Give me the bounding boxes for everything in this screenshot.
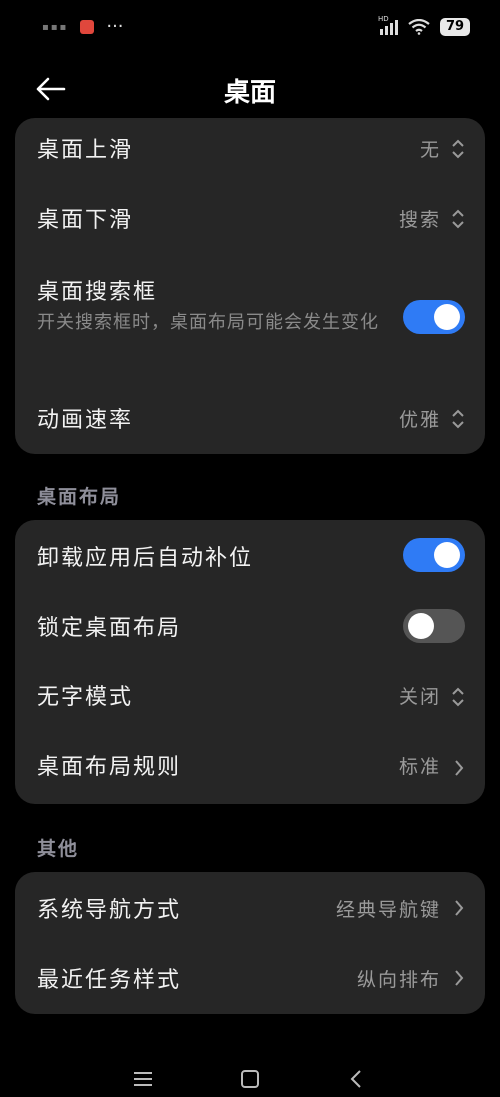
- wifi-icon: [408, 19, 430, 35]
- system-nav-bar: [0, 1060, 500, 1097]
- row-recent-tasks-style[interactable]: 最近任务样式 纵向排布: [15, 944, 485, 1014]
- layout-card: 卸载应用后自动补位 锁定桌面布局 无字模式 关闭 桌面布局规则 标准: [15, 520, 485, 804]
- section-title-layout: 桌面布局: [37, 486, 122, 508]
- header: 桌面: [0, 60, 500, 120]
- row-label: 桌面搜索框: [37, 280, 158, 305]
- chevron-right-icon: [455, 900, 464, 916]
- row-no-text-mode[interactable]: 无字模式 关闭: [15, 664, 485, 730]
- page-title: 桌面: [223, 78, 276, 108]
- row-swipe-up[interactable]: 桌面上滑 无: [15, 118, 485, 180]
- home-icon[interactable]: [238, 1068, 262, 1090]
- shopping-app-icon: [80, 20, 95, 34]
- updown-chevron-icon: [452, 687, 464, 707]
- row-layout-rules[interactable]: 桌面布局规则 标准: [15, 734, 485, 800]
- row-value: 标准: [398, 756, 441, 778]
- back-nav-icon[interactable]: [345, 1068, 369, 1090]
- row-value: 搜索: [398, 209, 441, 231]
- network-type-label: HD: [378, 15, 389, 23]
- more-notifications-icon: ···: [106, 16, 124, 37]
- search-box-toggle[interactable]: [403, 300, 465, 334]
- row-label: 桌面下滑: [37, 208, 134, 233]
- row-animation-speed[interactable]: 动画速率 优雅: [15, 388, 485, 450]
- row-label: 无字模式: [37, 685, 134, 710]
- row-label: 动画速率: [37, 408, 134, 433]
- row-description: 开关搜索框时，桌面布局可能会发生变化: [37, 312, 379, 333]
- toggle-knob: [408, 613, 434, 639]
- status-bar: ▪▪▪ ··· HD 79: [0, 0, 500, 60]
- cellular-signal-icon: HD: [378, 15, 398, 35]
- chevron-right-icon: [455, 760, 464, 776]
- other-card: 系统导航方式 经典导航键 最近任务样式 纵向排布: [15, 872, 485, 1014]
- row-label: 锁定桌面布局: [37, 616, 182, 641]
- updown-chevron-icon: [452, 139, 464, 159]
- row-auto-fill: 卸载应用后自动补位: [15, 520, 485, 590]
- updown-chevron-icon: [452, 409, 464, 429]
- row-label: 系统导航方式: [37, 898, 182, 923]
- row-value: 经典导航键: [335, 899, 441, 921]
- toggle-knob: [434, 542, 460, 568]
- row-label: 桌面布局规则: [37, 755, 182, 780]
- row-value: 关闭: [398, 686, 441, 708]
- row-navigation-mode[interactable]: 系统导航方式 经典导航键: [15, 872, 485, 942]
- updown-chevron-icon: [452, 209, 464, 229]
- lock-layout-toggle[interactable]: [403, 609, 465, 643]
- toggle-knob: [434, 304, 460, 330]
- row-label: 桌面上滑: [37, 138, 134, 163]
- row-swipe-down[interactable]: 桌面下滑 搜索: [15, 188, 485, 250]
- row-value: 纵向排布: [356, 969, 441, 991]
- gestures-card: 桌面上滑 无 桌面下滑 搜索 桌面搜索框 开关搜索框时，桌面布局可能会发生变化 …: [15, 118, 485, 454]
- row-lock-layout: 锁定桌面布局: [15, 592, 485, 662]
- row-value: 优雅: [398, 409, 441, 431]
- notification-dots-icon: ▪▪▪: [42, 21, 69, 33]
- battery-indicator: 79: [440, 18, 470, 36]
- menu-icon[interactable]: [131, 1068, 155, 1090]
- row-label: 最近任务样式: [37, 968, 182, 993]
- row-label: 卸载应用后自动补位: [37, 546, 254, 571]
- auto-fill-toggle[interactable]: [403, 538, 465, 572]
- row-search-box: 桌面搜索框 开关搜索框时，桌面布局可能会发生变化: [15, 270, 485, 366]
- row-value: 无: [419, 139, 441, 161]
- section-title-other: 其他: [37, 838, 80, 860]
- chevron-right-icon: [455, 970, 464, 986]
